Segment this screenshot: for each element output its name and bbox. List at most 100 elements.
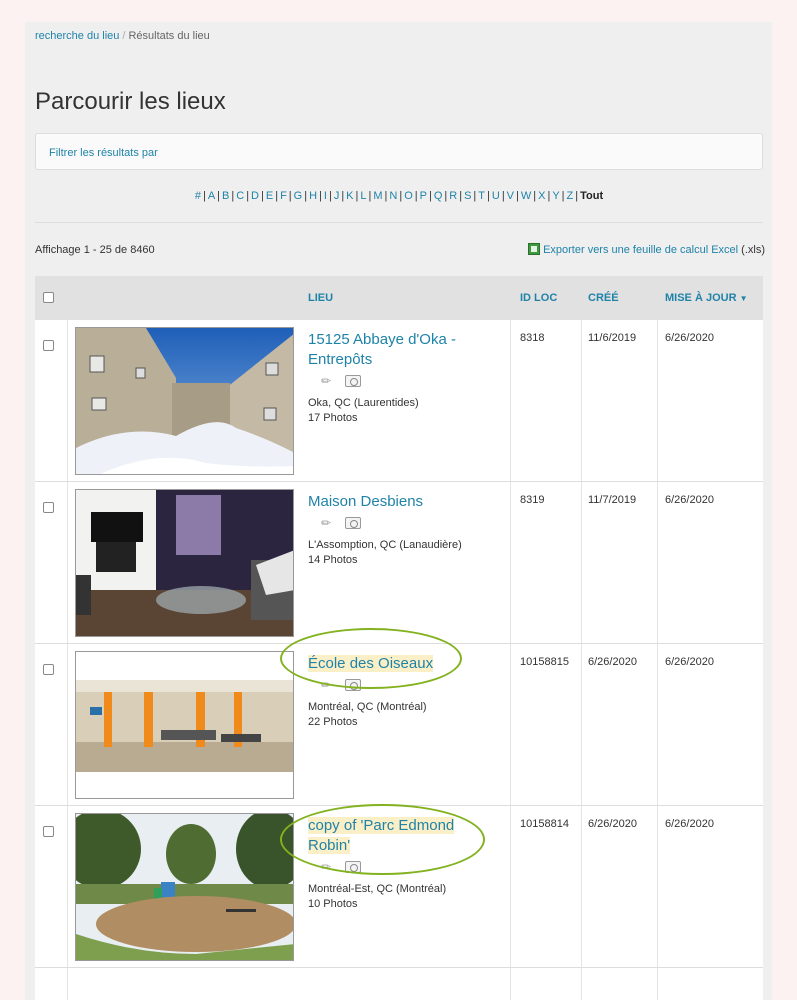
filter-panel[interactable]: Filtrer les résultats par — [35, 133, 763, 170]
alphabet-link[interactable]: W — [521, 190, 531, 202]
place-title-link[interactable]: 15125 Abbaye d'Oka - Entrepôts — [308, 330, 498, 370]
alphabet-link[interactable]: N — [389, 190, 397, 202]
loc-id-cell: 8318 — [520, 332, 545, 344]
created-cell: 11/6/2019 — [588, 332, 637, 344]
column-header-place[interactable]: LIEU — [308, 292, 333, 304]
place-thumbnail[interactable] — [75, 489, 294, 637]
column-header-loc-id[interactable]: ID LOC — [520, 292, 557, 304]
row-checkbox[interactable] — [43, 826, 54, 837]
alphabet-link[interactable]: C — [236, 190, 244, 202]
alphabet-separator: | — [217, 190, 221, 202]
alphabet-link[interactable]: Q — [434, 190, 443, 202]
alphabet-separator: | — [473, 190, 477, 202]
alphabet-separator: | — [202, 190, 206, 202]
place-location: L'Assomption, QC (Lanaudière) — [308, 539, 462, 551]
alphabet-link[interactable]: V — [507, 190, 514, 202]
thumbnail-image — [76, 490, 293, 636]
alphabet-link[interactable]: F — [280, 190, 287, 202]
place-thumbnail[interactable] — [75, 813, 294, 961]
alphabet-link[interactable]: Y — [552, 190, 559, 202]
alphabet-link[interactable]: Z — [567, 190, 574, 202]
alphabet-separator: | — [355, 190, 359, 202]
place-thumbnail[interactable] — [75, 327, 294, 475]
alphabet-link[interactable]: E — [266, 190, 273, 202]
row-actions: ✏ — [321, 516, 362, 530]
alphabet-link[interactable]: O — [404, 190, 413, 202]
updated-cell: 6/26/2020 — [665, 818, 714, 830]
place-title-link[interactable]: Maison Desbiens — [308, 492, 498, 512]
excel-icon[interactable] — [528, 243, 541, 255]
alphabet-separator: | — [414, 190, 418, 202]
alphabet-link-current[interactable]: Tout — [580, 190, 603, 202]
alphabet-separator: | — [368, 190, 372, 202]
alphabet-separator: | — [231, 190, 235, 202]
alphabet-link[interactable]: # — [195, 190, 201, 202]
alphabet-filter: # | A | B | C | D | E | F | G | H | I | J | K | L | M | N | O | P | Q | R | S |… — [35, 190, 763, 202]
alphabet-link[interactable]: I — [324, 190, 327, 202]
select-all-checkbox[interactable] — [43, 292, 54, 303]
camera-icon[interactable] — [345, 375, 362, 387]
loc-id-cell: 10158815 — [520, 656, 569, 668]
created-cell: 11/7/2019 — [588, 494, 637, 506]
place-location: Montréal-Est, QC (Montréal) — [308, 883, 447, 895]
pencil-icon[interactable]: ✏ — [321, 374, 331, 388]
caret-down-icon: ▼ — [739, 294, 748, 303]
pencil-icon[interactable]: ✏ — [321, 516, 331, 530]
alphabet-link[interactable]: T — [478, 190, 485, 202]
divider — [35, 222, 763, 223]
filter-toggle[interactable]: Filtrer les résultats par — [49, 147, 158, 159]
alphabet-link[interactable]: L — [360, 190, 366, 202]
loc-id-cell: 8319 — [520, 494, 545, 506]
column-header-updated-label: MISE À JOUR — [665, 292, 737, 304]
updated-cell: 6/26/2020 — [665, 656, 714, 668]
row-checkbox[interactable] — [43, 340, 54, 351]
table-row: 15125 Abbaye d'Oka - Entrepôts ✏ Oka, QC… — [35, 320, 763, 482]
alphabet-link[interactable]: J — [334, 190, 340, 202]
alphabet-separator: | — [384, 190, 388, 202]
table-row: Maison Desbiens ✏ L'Assomption, QC (Lana… — [35, 482, 763, 644]
alphabet-separator: | — [575, 190, 579, 202]
alphabet-link[interactable]: K — [346, 190, 353, 202]
alphabet-link[interactable]: M — [373, 190, 382, 202]
alphabet-link[interactable]: B — [222, 190, 229, 202]
updated-cell: 6/26/2020 — [665, 494, 714, 506]
results-count: Affichage 1 - 25 de 8460 — [35, 244, 155, 256]
export-excel: Exporter vers une feuille de calcul Exce… — [528, 243, 765, 256]
alphabet-separator: | — [304, 190, 308, 202]
export-suffix: (.xls) — [741, 244, 765, 256]
alphabet-link[interactable]: H — [309, 190, 317, 202]
alphabet-link[interactable]: P — [420, 190, 427, 202]
alphabet-link[interactable]: A — [208, 190, 215, 202]
alphabet-separator: | — [516, 190, 519, 202]
alphabet-separator: | — [328, 190, 332, 202]
thumbnail-image — [76, 328, 293, 474]
column-header-updated[interactable]: MISE À JOUR ▼ — [665, 292, 748, 304]
place-photo-count: 14 Photos — [308, 554, 358, 566]
place-photo-count: 22 Photos — [308, 716, 358, 728]
alphabet-separator: | — [487, 190, 490, 202]
alphabet-separator: | — [459, 190, 463, 202]
breadcrumb: recherche du lieu / Résultats du lieu — [35, 30, 210, 42]
alphabet-link[interactable]: R — [449, 190, 457, 202]
breadcrumb-link[interactable]: recherche du lieu — [35, 30, 119, 42]
alphabet-separator: | — [561, 190, 565, 202]
alphabet-link[interactable]: S — [464, 190, 471, 202]
alphabet-link[interactable]: G — [294, 190, 303, 202]
table-header: LIEU ID LOC CRÉÉ MISE À JOUR ▼ — [35, 276, 763, 320]
alphabet-separator: | — [261, 190, 264, 202]
breadcrumb-current: Résultats du lieu — [128, 30, 210, 42]
created-cell: 6/26/2020 — [588, 818, 637, 830]
place-thumbnail[interactable] — [75, 651, 294, 799]
row-checkbox[interactable] — [43, 502, 54, 513]
alphabet-link[interactable]: D — [251, 190, 259, 202]
alphabet-separator: | — [341, 190, 345, 202]
row-actions: ✏ — [321, 374, 362, 388]
alphabet-link[interactable]: U — [492, 190, 500, 202]
alphabet-separator: | — [533, 190, 537, 202]
page-title: Parcourir les lieux — [35, 88, 226, 115]
column-header-created[interactable]: CRÉÉ — [588, 292, 619, 304]
alphabet-link[interactable]: X — [538, 190, 545, 202]
row-checkbox[interactable] — [43, 664, 54, 675]
camera-icon[interactable] — [345, 517, 362, 529]
export-excel-link[interactable]: Exporter vers une feuille de calcul Exce… — [543, 244, 738, 256]
